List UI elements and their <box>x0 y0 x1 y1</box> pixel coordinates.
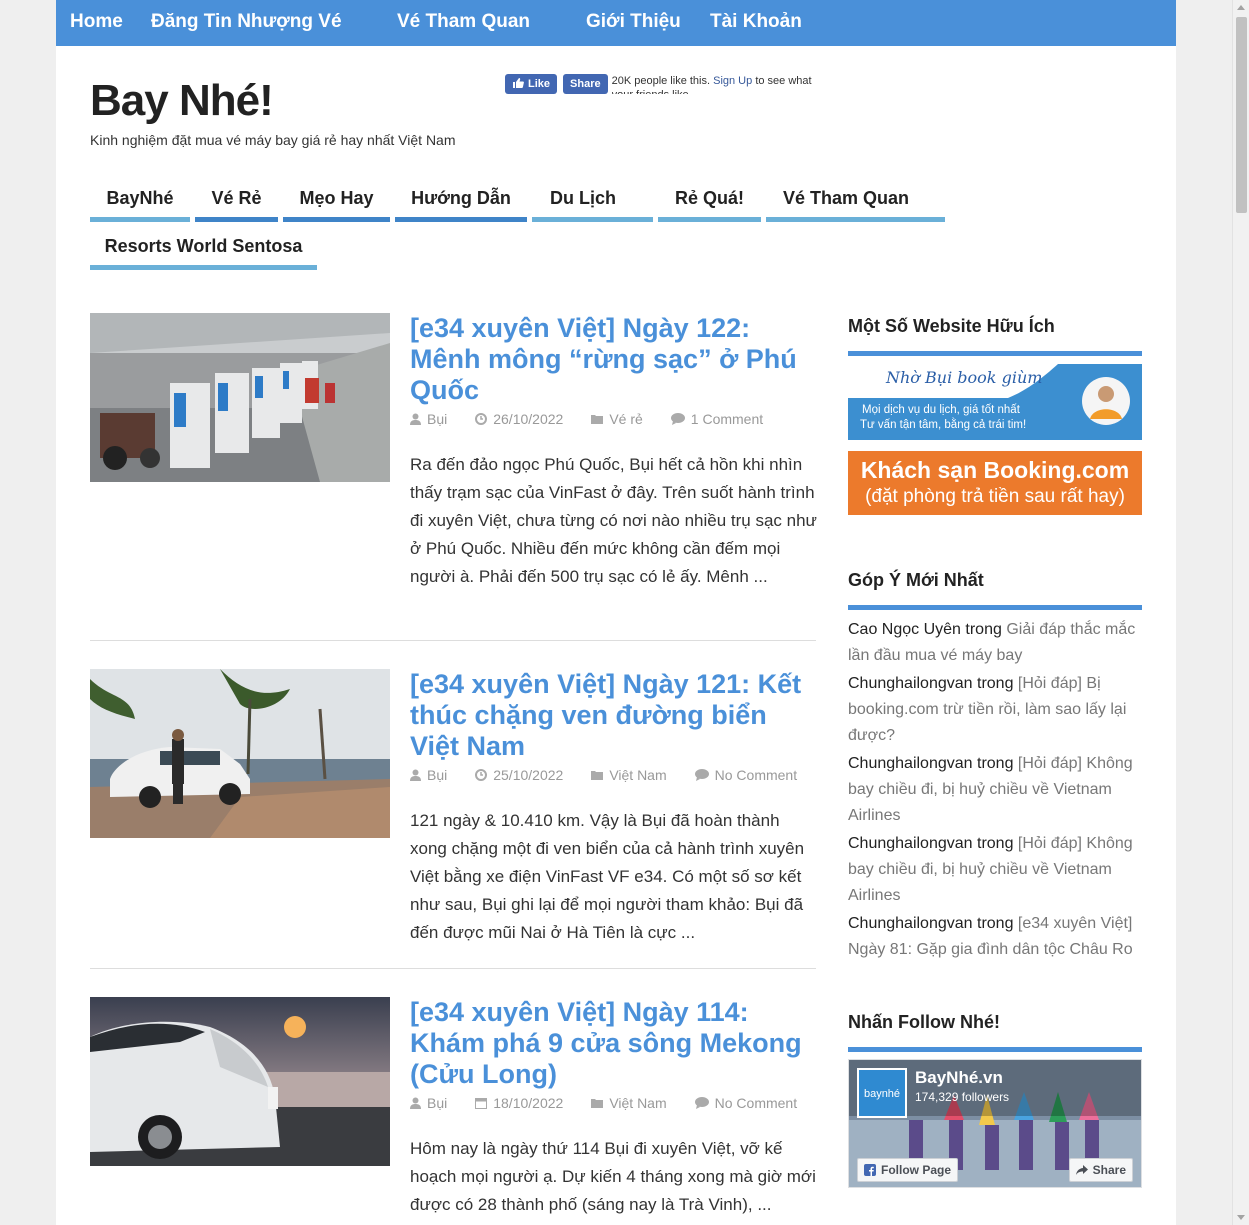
post-item: [e34 xuyên Việt] Ngày 122: Mênh mông “rừ… <box>90 313 817 633</box>
facebook-icon <box>864 1164 876 1176</box>
post-thumbnail-charging-station[interactable] <box>90 313 390 482</box>
banner1-script: Nhờ Bụi book giùm <box>886 368 1043 387</box>
nav-gioi-thieu[interactable]: Giới Thiệu <box>586 11 681 33</box>
post-meta: Bụi 18/10/2022 Việt Nam No Comment <box>410 1095 797 1111</box>
banner-nho-bui-book[interactable]: Nhờ Bụi book giùm Mọi dịch vụ du lịch, g… <box>848 364 1142 440</box>
user-icon <box>410 413 421 425</box>
comment-author[interactable]: Chunghailongvan <box>848 835 973 852</box>
scroll-up-arrow-icon[interactable] <box>1237 5 1245 10</box>
facebook-page-widget: baynhé BayNhé.vn 174,329 followers Follo… <box>848 1059 1142 1188</box>
post-title[interactable]: [e34 xuyên Việt] Ngày 122: Mênh mông “rừ… <box>410 313 820 406</box>
post-comments[interactable]: No Comment <box>694 767 797 783</box>
comment-author[interactable]: Chunghailongvan <box>848 675 973 692</box>
post-date: 18/10/2022 <box>475 1095 563 1111</box>
fb-signup-link[interactable]: Sign Up <box>713 75 752 87</box>
banner1-line2: Tư vấn tận tâm, bằng cả trái tim! <box>860 419 1027 431</box>
folder-icon <box>591 771 604 780</box>
user-icon <box>410 769 421 781</box>
clock-icon <box>475 413 488 425</box>
scroll-down-arrow-icon[interactable] <box>1237 1215 1245 1220</box>
comment-icon <box>694 1097 709 1109</box>
page: Home Đăng Tin Nhượng Vé Vé Tham Quan Giớ… <box>56 0 1176 1225</box>
nav-ve-tham-quan[interactable]: Vé Tham Quan <box>397 11 530 33</box>
nav-home[interactable]: Home <box>70 11 123 33</box>
post-category[interactable]: Việt Nam <box>591 1095 667 1111</box>
user-icon <box>410 1097 421 1109</box>
post-author[interactable]: Bụi <box>410 767 447 783</box>
post-comments[interactable]: No Comment <box>694 1095 797 1111</box>
post-category[interactable]: Vé rẻ <box>591 411 643 427</box>
fb-share-button[interactable]: Share <box>563 74 608 94</box>
post-excerpt: Ra đến đảo ngọc Phú Quốc, Bụi hết cả hồn… <box>410 455 817 586</box>
calendar-icon <box>475 1098 488 1109</box>
comment-item: Chunghailongvan trong [e34 xuyên Việt] N… <box>848 915 1133 958</box>
fb-page-logo[interactable]: baynhé <box>857 1068 907 1118</box>
banner-booking[interactable]: Khách sạn Booking.com (đặt phòng trả tiề… <box>848 451 1142 515</box>
comment-item: Chunghailongvan trong [Hỏi đáp] Không ba… <box>848 835 1133 904</box>
nav-dang-tin[interactable]: Đăng Tin Nhượng Vé <box>151 11 342 33</box>
cat-du-lich[interactable]: Du Lịch <box>532 174 653 222</box>
cat-ve-re[interactable]: Vé Rẻ <box>195 174 278 222</box>
vertical-scrollbar[interactable] <box>1232 0 1249 1225</box>
cat-ve-tham-quan[interactable]: Vé Tham Quan <box>766 174 945 222</box>
sidebar-heading-follow: Nhấn Follow Nhé! <box>848 1012 1142 1052</box>
scrollbar-thumb[interactable] <box>1236 17 1247 213</box>
post-date: 26/10/2022 <box>475 411 563 427</box>
comment-item: Chunghailongvan trong [Hỏi đáp] Không ba… <box>848 755 1133 824</box>
post-meta: Bụi 25/10/2022 Việt Nam No Comment <box>410 767 797 783</box>
banner2-line2: (đặt phòng trả tiền sau rất hay) <box>865 486 1125 507</box>
clock-icon <box>475 769 488 781</box>
comment-item: Chunghailongvan trong [Hỏi đáp] Bị booki… <box>848 675 1127 744</box>
post-thumbnail-car-by-sea[interactable] <box>90 669 390 838</box>
sidebar-heading-recent-comments: Góp Ý Mới Nhất <box>848 570 1142 610</box>
comment-author[interactable]: Chunghailongvan <box>848 755 973 772</box>
site-title[interactable]: Bay Nhé! <box>90 76 274 126</box>
fb-page-name[interactable]: BayNhé.vn <box>915 1068 1003 1088</box>
post-title[interactable]: [e34 xuyên Việt] Ngày 114: Khám phá 9 cử… <box>410 997 820 1090</box>
cat-re-qua[interactable]: Rẻ Quá! <box>658 174 761 222</box>
fb-page-followers: 174,329 followers <box>915 1090 1010 1104</box>
top-navigation: Home Đăng Tin Nhượng Vé Vé Tham Quan Giớ… <box>56 0 1176 46</box>
cat-baynhe[interactable]: BayNhé <box>90 174 190 222</box>
comment-icon <box>694 769 709 781</box>
post-excerpt: 121 ngày & 10.410 km. Vậy là Bụi đã hoàn… <box>410 811 805 942</box>
post-comments[interactable]: 1 Comment <box>670 411 763 427</box>
post-meta: Bụi 26/10/2022 Vé rẻ 1 Comment <box>410 411 763 427</box>
cat-huong-dan[interactable]: Hướng Dẫn <box>395 174 527 222</box>
banner2-line1: Khách sạn Booking.com <box>860 457 1130 483</box>
comment-author[interactable]: Cao Ngọc Uyên <box>848 621 961 638</box>
nav-tai-khoan[interactable]: Tài Khoản <box>710 11 802 33</box>
comment-author[interactable]: Chunghailongvan <box>848 915 973 932</box>
post-excerpt: Hôm nay là ngày thứ 114 Bụi đi xuyên Việ… <box>410 1139 816 1214</box>
fb-follow-page-button[interactable]: Follow Page <box>857 1158 959 1182</box>
comment-item: Cao Ngọc Uyên trong Giải đáp thắc mắc lầ… <box>848 621 1136 664</box>
post-thumbnail-car-sunset[interactable] <box>90 997 390 1166</box>
recent-comments-list: Cao Ngọc Uyên trong Giải đáp thắc mắc lầ… <box>848 617 1142 965</box>
post-date: 25/10/2022 <box>475 767 563 783</box>
post-category[interactable]: Việt Nam <box>591 767 667 783</box>
folder-icon <box>591 1099 604 1108</box>
thumbs-up-icon <box>512 77 524 92</box>
post-divider <box>90 640 816 641</box>
fb-page-share-button[interactable]: Share <box>1068 1158 1133 1182</box>
facebook-like-widget: Like Share 20K people like this. Sign Up… <box>505 74 822 94</box>
comment-icon <box>670 413 685 425</box>
post-title[interactable]: [e34 xuyên Việt] Ngày 121: Kết thúc chặn… <box>410 669 820 762</box>
post-author[interactable]: Bụi <box>410 1095 447 1111</box>
post-divider <box>90 968 816 969</box>
folder-icon <box>591 415 604 424</box>
sidebar-heading-useful-sites: Một Số Website Hữu Ích <box>848 316 1142 356</box>
post-item: [e34 xuyên Việt] Ngày 121: Kết thúc chặn… <box>90 669 816 959</box>
cat-meo-hay[interactable]: Mẹo Hay <box>283 174 390 222</box>
share-icon <box>1075 1165 1088 1175</box>
cat-resorts-world-sentosa[interactable]: Resorts World Sentosa <box>90 222 317 270</box>
post-author[interactable]: Bụi <box>410 411 447 427</box>
fb-like-button[interactable]: Like <box>505 74 558 94</box>
post-item: [e34 xuyên Việt] Ngày 114: Khám phá 9 cử… <box>90 997 816 1225</box>
banner1-line1: Mọi dịch vụ du lịch, giá tốt nhất <box>862 404 1020 416</box>
site-tagline: Kinh nghiệm đặt mua vé máy bay giá rẻ ha… <box>90 132 456 148</box>
fb-like-text: 20K people like this. Sign Up to see wha… <box>611 75 812 94</box>
